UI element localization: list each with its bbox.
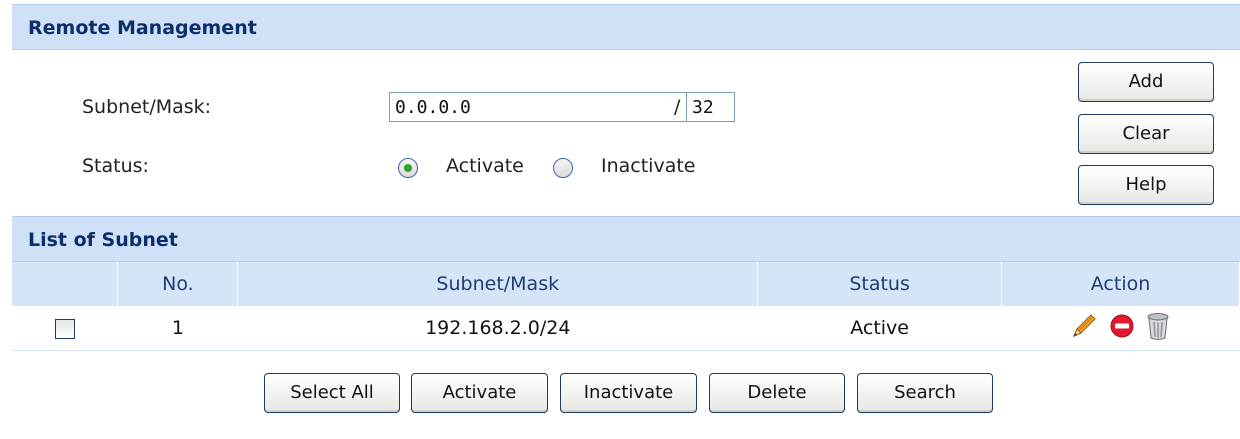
add-button[interactable]: Add <box>1078 62 1214 102</box>
column-header-action: Action <box>1001 262 1240 306</box>
row-no: 1 <box>117 306 238 351</box>
pencil-edit-icon[interactable] <box>1070 312 1098 345</box>
column-header-no: No. <box>117 262 239 306</box>
row-checkbox[interactable] <box>54 318 75 339</box>
help-button[interactable]: Help <box>1078 165 1214 205</box>
table-row: 1 192.168.2.0/24 Active <box>12 306 1240 351</box>
select-all-button[interactable]: Select All <box>264 373 400 413</box>
subnet-list-panel: List of Subnet <box>12 216 1240 262</box>
subnet-table: No. Subnet/Mask Status Action 1 192.168.… <box>12 262 1240 351</box>
table-header-row: No. Subnet/Mask Status Action <box>12 262 1240 306</box>
subnet-mask-label: Subnet/Mask: <box>82 96 212 118</box>
column-header-select <box>12 262 119 306</box>
status-radio-activate[interactable] <box>398 158 418 178</box>
trash-bin-icon[interactable] <box>1145 311 1171 346</box>
activate-button[interactable]: Activate <box>411 373 548 413</box>
subnet-input[interactable] <box>389 92 691 122</box>
clear-button[interactable]: Clear <box>1078 114 1214 154</box>
row-subnet-mask: 192.168.2.0/24 <box>237 306 758 351</box>
column-header-status: Status <box>757 262 1003 306</box>
search-button[interactable]: Search <box>857 373 993 413</box>
row-select-cell <box>12 306 118 351</box>
row-actions <box>1001 306 1240 351</box>
row-status: Active <box>757 306 1002 351</box>
red-minus-disable-icon[interactable] <box>1109 313 1135 344</box>
mask-input[interactable] <box>686 92 735 122</box>
section-header-list-of-subnet: List of Subnet <box>12 216 1240 262</box>
inactivate-button[interactable]: Inactivate <box>560 373 697 413</box>
status-label: Status: <box>82 155 149 177</box>
status-radio-activate-label[interactable]: Activate <box>446 155 524 177</box>
status-radio-inactivate-label[interactable]: Inactivate <box>601 155 696 177</box>
status-radio-inactivate[interactable] <box>553 158 573 178</box>
form-area: Subnet/Mask: / Status: Activate Inactiva… <box>12 52 1240 218</box>
delete-button[interactable]: Delete <box>709 373 845 413</box>
slash-separator: / <box>674 96 681 118</box>
column-header-subnet-mask: Subnet/Mask <box>237 262 759 306</box>
remote-management-form: Subnet/Mask: / Status: Activate Inactiva… <box>12 4 1240 216</box>
